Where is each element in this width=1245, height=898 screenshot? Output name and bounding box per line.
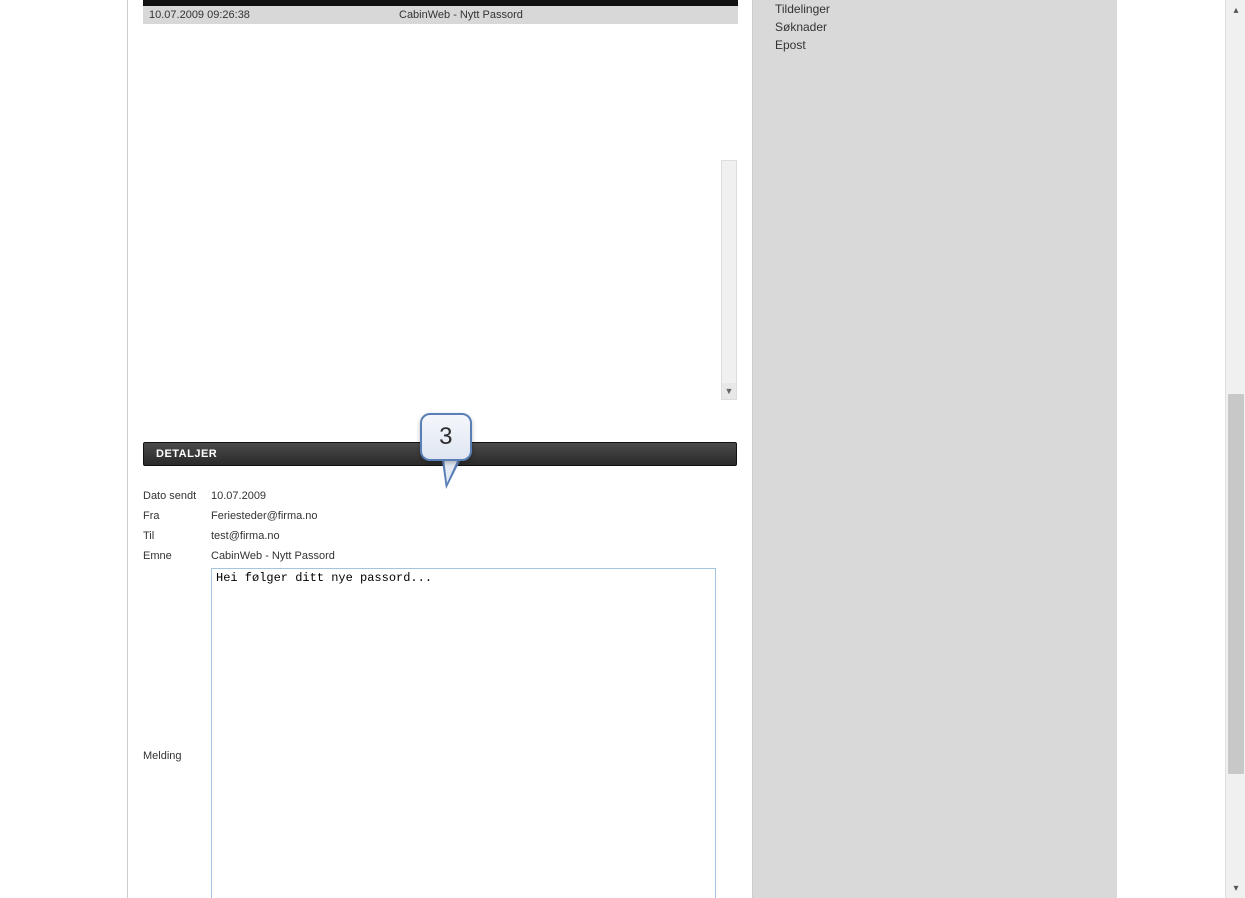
step-callout: 3	[420, 413, 472, 461]
step-number: 3	[439, 423, 453, 451]
value-emne: CabinWeb - Nytt Passord	[211, 548, 738, 564]
sidebar-nav: Tildelinger Søknader Epost	[753, 0, 1103, 54]
value-fra: Feriesteder@firma.no	[211, 508, 738, 524]
value-til: test@firma.no	[211, 528, 738, 544]
details-section-header: DETALJER 3	[143, 442, 737, 466]
sidebar-item-tildelinger[interactable]: Tildelinger	[775, 0, 1103, 18]
label-melding: Melding	[143, 748, 211, 764]
details-form: Dato sendt 10.07.2009 Fra Feriesteder@fi…	[143, 486, 738, 898]
cell-date: 10.07.2009 09:26:38	[143, 6, 393, 24]
sidebar-item-soknader[interactable]: Søknader	[775, 18, 1103, 36]
main-panel: 10.07.2009 09:26:38 CabinWeb - Nytt Pass…	[127, 0, 753, 898]
scroll-up-icon[interactable]: ▴	[1226, 0, 1245, 20]
email-list-area: 10.07.2009 09:26:38 CabinWeb - Nytt Pass…	[143, 0, 737, 400]
list-scrollbar[interactable]: ▼	[721, 160, 737, 400]
label-til: Til	[143, 528, 211, 544]
email-list-table: 10.07.2009 09:26:38 CabinWeb - Nytt Pass…	[143, 0, 738, 24]
sidebar-item-epost[interactable]: Epost	[775, 36, 1103, 54]
browser-scrollbar[interactable]: ▴ ▾	[1225, 0, 1245, 898]
message-textarea[interactable]	[211, 568, 716, 898]
scroll-down-icon[interactable]: ▾	[1226, 878, 1245, 898]
section-title: DETALJER	[156, 448, 217, 460]
table-row[interactable]: 10.07.2009 09:26:38 CabinWeb - Nytt Pass…	[143, 6, 738, 24]
label-fra: Fra	[143, 508, 211, 524]
scroll-thumb[interactable]	[1228, 394, 1244, 774]
label-emne: Emne	[143, 548, 211, 564]
scroll-down-icon[interactable]: ▼	[722, 383, 736, 399]
value-dato-sendt: 10.07.2009	[211, 488, 738, 504]
cell-subject: CabinWeb - Nytt Passord	[393, 6, 738, 24]
label-dato-sendt: Dato sendt	[143, 488, 211, 504]
